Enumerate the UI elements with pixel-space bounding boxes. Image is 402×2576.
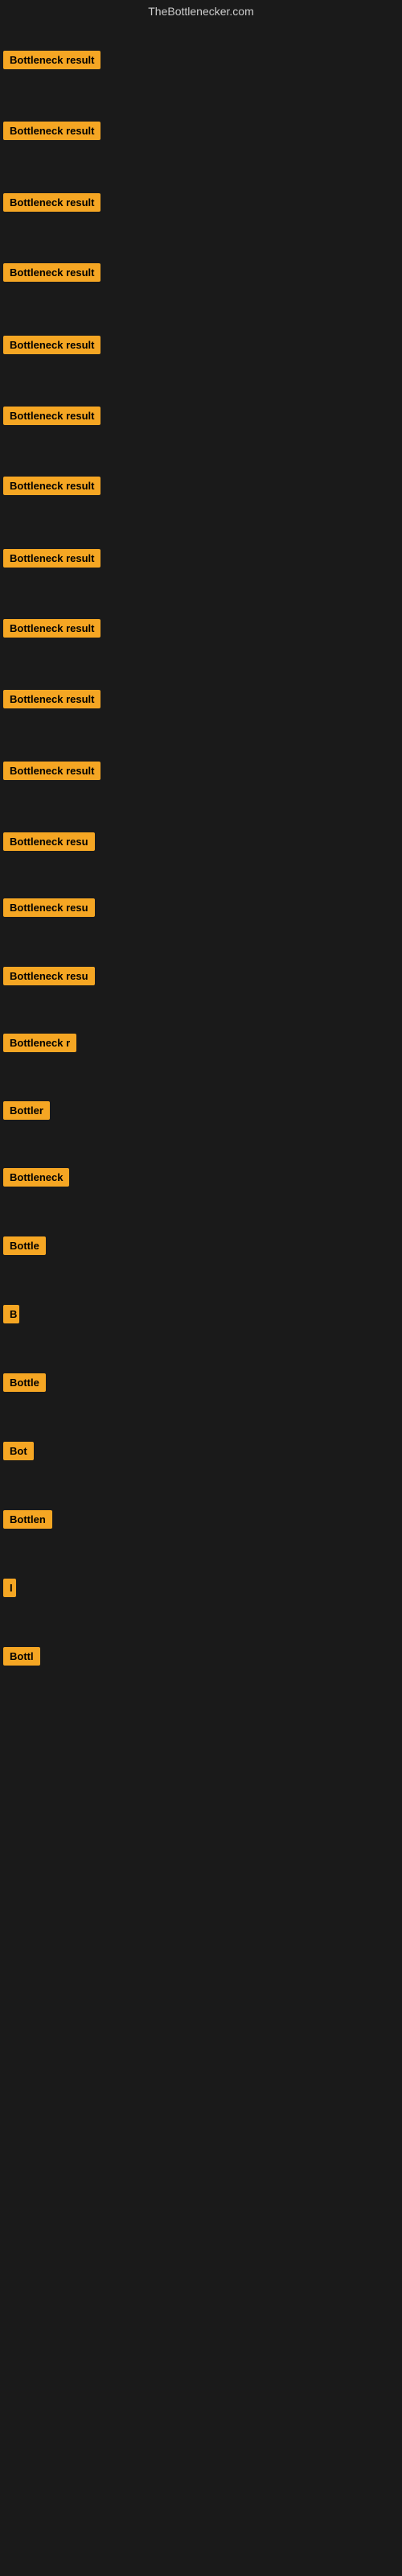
badge-row-8: Bottleneck result: [0, 544, 104, 576]
bottleneck-badge-14[interactable]: Bottleneck resu: [3, 967, 95, 985]
badge-row-14: Bottleneck resu: [0, 962, 98, 994]
bottleneck-badge-15[interactable]: Bottleneck r: [3, 1034, 76, 1052]
badge-row-6: Bottleneck result: [0, 402, 104, 434]
badge-row-22: Bottlen: [0, 1505, 55, 1538]
bottleneck-badge-4[interactable]: Bottleneck result: [3, 263, 100, 282]
badge-row-17: Bottleneck: [0, 1163, 72, 1195]
badge-row-1: Bottleneck result: [0, 46, 104, 78]
bottleneck-badge-2[interactable]: Bottleneck result: [3, 122, 100, 140]
badge-row-10: Bottleneck result: [0, 685, 104, 717]
site-header: TheBottlenecker.com: [0, 0, 402, 23]
bottleneck-badge-8[interactable]: Bottleneck result: [3, 549, 100, 568]
bottleneck-badge-7[interactable]: Bottleneck result: [3, 477, 100, 495]
bottleneck-badge-18[interactable]: Bottle: [3, 1236, 46, 1255]
bottleneck-badge-11[interactable]: Bottleneck result: [3, 762, 100, 780]
bottleneck-badge-13[interactable]: Bottleneck resu: [3, 898, 95, 917]
bottleneck-badge-5[interactable]: Bottleneck result: [3, 336, 100, 354]
bottleneck-badge-9[interactable]: Bottleneck result: [3, 619, 100, 638]
badge-row-16: Bottler: [0, 1096, 53, 1129]
badge-row-11: Bottleneck result: [0, 757, 104, 789]
site-title: TheBottlenecker.com: [0, 0, 402, 23]
bottleneck-badge-10[interactable]: Bottleneck result: [3, 690, 100, 708]
badge-row-3: Bottleneck result: [0, 188, 104, 221]
bottleneck-badge-12[interactable]: Bottleneck resu: [3, 832, 95, 851]
badge-row-21: Bot: [0, 1437, 37, 1469]
badge-row-13: Bottleneck resu: [0, 894, 98, 926]
bottleneck-badge-20[interactable]: Bottle: [3, 1373, 46, 1392]
bottleneck-badge-1[interactable]: Bottleneck result: [3, 51, 100, 69]
bottleneck-badge-6[interactable]: Bottleneck result: [3, 407, 100, 425]
badge-row-9: Bottleneck result: [0, 614, 104, 646]
badge-row-18: Bottle: [0, 1232, 49, 1264]
bottleneck-badge-16[interactable]: Bottler: [3, 1101, 50, 1120]
badge-row-4: Bottleneck result: [0, 258, 104, 291]
badge-row-5: Bottleneck result: [0, 331, 104, 363]
badge-row-23: I: [0, 1574, 19, 1606]
badge-row-12: Bottleneck resu: [0, 828, 98, 860]
bottleneck-badge-21[interactable]: Bot: [3, 1442, 34, 1460]
bottleneck-badge-17[interactable]: Bottleneck: [3, 1168, 69, 1187]
badge-row-2: Bottleneck result: [0, 117, 104, 149]
badge-row-15: Bottleneck r: [0, 1029, 80, 1061]
bottleneck-badge-23[interactable]: I: [3, 1579, 16, 1597]
bottleneck-badge-22[interactable]: Bottlen: [3, 1510, 52, 1529]
badge-row-24: Bottl: [0, 1642, 43, 1674]
bottleneck-badge-3[interactable]: Bottleneck result: [3, 193, 100, 212]
bottleneck-badge-19[interactable]: B: [3, 1305, 19, 1323]
badge-row-19: B: [0, 1300, 23, 1332]
badge-row-7: Bottleneck result: [0, 472, 104, 504]
badge-row-20: Bottle: [0, 1368, 49, 1401]
bottleneck-badge-24[interactable]: Bottl: [3, 1647, 40, 1666]
